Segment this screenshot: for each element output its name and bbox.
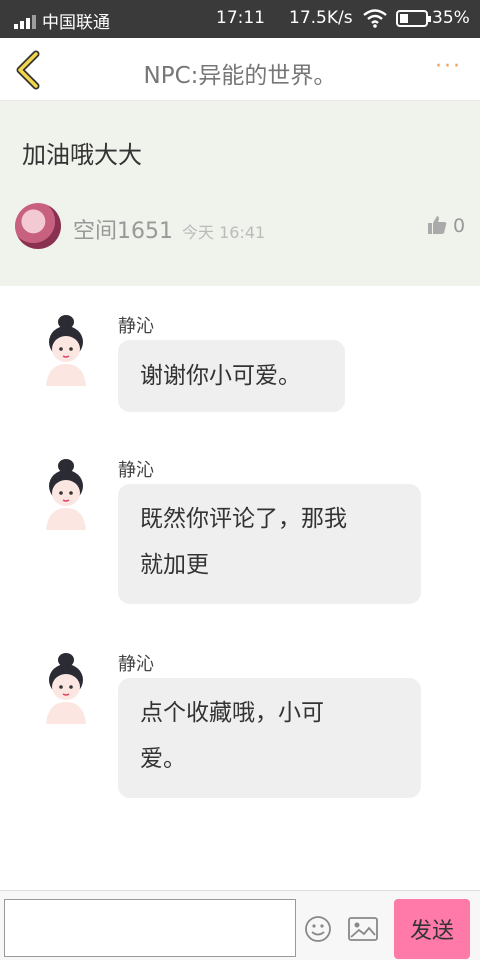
emoji-icon[interactable] xyxy=(304,915,332,943)
input-bar: 发送 xyxy=(0,890,480,960)
comment-timestamp: 今天 16:41 xyxy=(182,223,266,242)
battery-percent: 35% xyxy=(432,8,470,28)
message-line: 既然你评论了，那我 xyxy=(140,506,347,532)
wifi-icon xyxy=(363,9,387,28)
nav-bar: NPC:异能的世界。 ··· xyxy=(0,38,480,101)
carrier-name: 中国联通 xyxy=(42,13,110,33)
page-title: NPC:异能的世界。 xyxy=(143,63,337,89)
like-count: 0 xyxy=(453,215,466,237)
avatar[interactable] xyxy=(36,650,96,724)
image-icon[interactable] xyxy=(348,917,378,941)
avatar[interactable] xyxy=(36,312,96,386)
battery-icon xyxy=(396,10,431,27)
more-dots-icon[interactable]: ··· xyxy=(435,54,462,79)
comment-username[interactable]: 空间1651 xyxy=(73,213,173,245)
status-left: 中国联通 xyxy=(14,8,110,33)
message-line: 爱。 xyxy=(140,746,186,772)
message-line: 点个收藏哦，小可 xyxy=(140,700,324,726)
thumbs-up-icon[interactable] xyxy=(427,215,447,235)
message-line: 谢谢你小可爱。 xyxy=(140,363,301,389)
status-bar: 中国联通 17:11 17.5K/s 35% xyxy=(0,0,480,38)
message-sender: 静沁 xyxy=(118,460,154,481)
network-speed: 17.5K/s xyxy=(289,8,353,28)
message-input[interactable] xyxy=(4,899,296,957)
message-bubble: 点个收藏哦，小可 爱。 xyxy=(118,678,421,798)
message-bubble: 谢谢你小可爱。 xyxy=(118,340,345,412)
signal-icon xyxy=(14,13,36,29)
comment-card: 加油哦大大 空间1651 今天 16:41 0 xyxy=(0,101,480,286)
avatar[interactable] xyxy=(36,456,96,530)
message-bubble: 既然你评论了，那我 就加更 xyxy=(118,484,421,604)
message-line: 就加更 xyxy=(140,552,209,578)
avatar[interactable] xyxy=(15,203,61,249)
message-sender: 静沁 xyxy=(118,654,154,675)
status-time: 17:11 xyxy=(216,8,265,28)
message-sender: 静沁 xyxy=(118,316,154,337)
comment-text: 加油哦大大 xyxy=(22,141,142,169)
send-button[interactable]: 发送 xyxy=(394,899,470,959)
